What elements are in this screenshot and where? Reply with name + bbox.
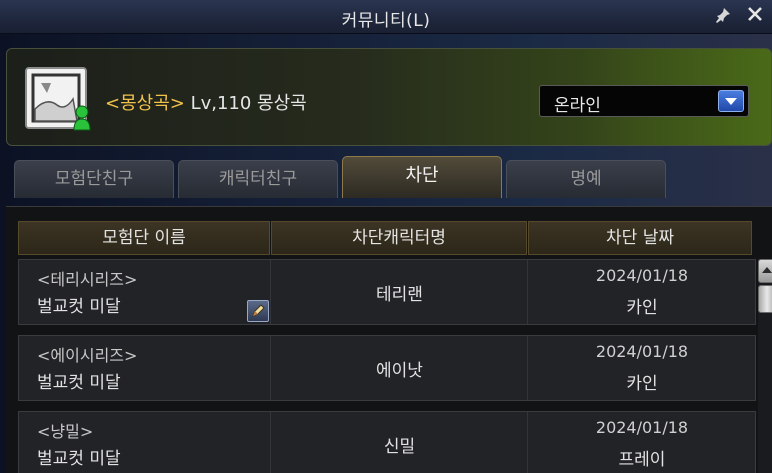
profile-guild-tag: <몽상곡>	[105, 93, 185, 114]
tab-block[interactable]: 차단	[342, 156, 502, 198]
row-server: 카인	[626, 298, 658, 318]
close-button[interactable]	[744, 6, 766, 28]
cell-date: 2024/01/18 카인	[529, 260, 755, 324]
cell-adventure: <냥밀> 벌교컷 미달	[19, 412, 271, 473]
block-list-panel: 모험단 이름 차단캐릭터명 차단 날짜 <테리시리즈> 벌교컷 미달 테리랜 2…	[6, 206, 772, 473]
profile-level-name: Lv,110 몽상곡	[190, 93, 307, 114]
column-header-block-date[interactable]: 차단 날짜	[528, 221, 752, 255]
cell-adventure: <에이시리즈> 벌교컷 미달	[19, 336, 271, 400]
cell-adventure: <테리시리즈> 벌교컷 미달	[19, 260, 271, 324]
row-block-date: 2024/01/18	[595, 342, 689, 361]
row-guild-name: 벌교컷 미달	[37, 449, 121, 469]
pin-button[interactable]	[712, 6, 734, 28]
tab-character-friends[interactable]: 캐릭터친구	[178, 160, 338, 198]
cell-character: 에이낫	[272, 336, 528, 400]
row-guild-name: 벌교컷 미달	[37, 297, 121, 317]
tab-honor[interactable]: 명예	[506, 160, 666, 198]
window-title: 커뮤니티(L)	[341, 11, 431, 31]
row-server: 카인	[626, 374, 658, 394]
table-row[interactable]: <냥밀> 벌교컷 미달 신밀 2024/01/18 프레이	[18, 411, 756, 473]
scroll-up-icon	[762, 267, 772, 273]
row-character-name: 신밀	[383, 437, 416, 457]
row-guild-tag: <냥밀>	[37, 422, 94, 441]
row-guild-tag: <테리시리즈>	[37, 270, 138, 289]
cell-date: 2024/01/18 프레이	[529, 412, 755, 473]
table-header: 모험단 이름 차단캐릭터명 차단 날짜	[18, 221, 758, 255]
cell-date: 2024/01/18 카인	[529, 336, 755, 400]
tab-adventure-friends[interactable]: 모험단친구	[14, 160, 174, 198]
profile-panel: <몽상곡> Lv,110 몽상곡 온라인	[6, 48, 772, 146]
dropdown-arrow-button[interactable]	[718, 90, 744, 112]
scroll-up-button[interactable]	[758, 259, 772, 283]
scrollbar[interactable]	[758, 259, 772, 473]
profile-name: <몽상곡> Lv,110 몽상곡	[105, 89, 307, 115]
table-row[interactable]: <테리시리즈> 벌교컷 미달 테리랜 2024/01/18 카인	[18, 259, 756, 325]
row-character-name: 테리랜	[376, 285, 423, 305]
memo-button[interactable]	[247, 300, 269, 322]
column-header-blocked-character[interactable]: 차단캐릭터명	[271, 221, 527, 255]
column-header-adventure-name[interactable]: 모험단 이름	[18, 221, 270, 255]
row-server: 프레이	[618, 450, 666, 470]
online-status-icon	[73, 105, 91, 131]
status-dropdown[interactable]: 온라인	[539, 85, 749, 117]
row-guild-tag: <에이시리즈>	[37, 346, 138, 365]
memo-edit-icon	[252, 304, 265, 317]
scroll-thumb[interactable]	[758, 285, 772, 313]
close-icon	[748, 7, 762, 21]
table-row[interactable]: <에이시리즈> 벌교컷 미달 에이낫 2024/01/18 카인	[18, 335, 756, 401]
status-value: 온라인	[554, 96, 601, 116]
row-block-date: 2024/01/18	[595, 418, 689, 437]
row-block-date: 2024/01/18	[595, 266, 689, 285]
title-bar: 커뮤니티(L)	[0, 0, 772, 34]
row-character-name: 에이낫	[376, 361, 423, 381]
dropdown-arrow-icon	[725, 98, 737, 105]
cell-character: 테리랜	[272, 260, 528, 324]
pin-icon	[716, 8, 730, 23]
cell-character: 신밀	[272, 412, 528, 473]
row-guild-name: 벌교컷 미달	[37, 373, 121, 393]
